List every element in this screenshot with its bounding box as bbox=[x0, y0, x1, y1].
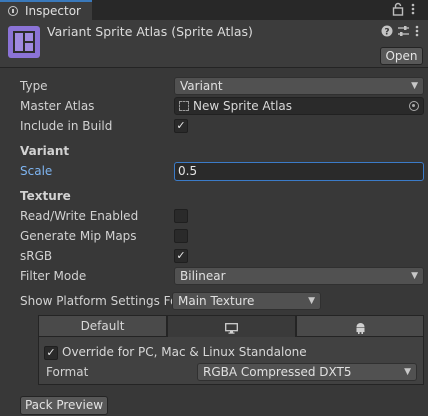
monitor-icon bbox=[225, 320, 238, 340]
filter-mode-dropdown[interactable]: Bilinear ▼ bbox=[174, 267, 424, 285]
platform-settings-value: Main Texture bbox=[178, 294, 255, 308]
pack-preview-button[interactable]: Pack Preview bbox=[20, 396, 108, 415]
master-atlas-label: Master Atlas bbox=[20, 99, 95, 113]
dropdown-arrow-icon: ▼ bbox=[308, 296, 315, 306]
master-atlas-value: New Sprite Atlas bbox=[193, 99, 293, 113]
android-icon bbox=[355, 320, 366, 340]
help-icon[interactable]: ? bbox=[381, 25, 393, 40]
texture-heading: Texture bbox=[20, 189, 71, 203]
asset-title: Variant Sprite Atlas (Sprite Atlas) bbox=[47, 24, 253, 39]
srgb-label: sRGB bbox=[20, 249, 53, 263]
platform-settings-dropdown[interactable]: Main Texture ▼ bbox=[172, 292, 321, 310]
kebab-menu-icon[interactable] bbox=[411, 3, 415, 18]
sprite-atlas-mini-icon bbox=[179, 101, 189, 111]
preset-icon[interactable] bbox=[397, 25, 410, 40]
include-in-build-label: Include in Build bbox=[20, 119, 113, 133]
info-icon bbox=[8, 6, 18, 16]
scale-label: Scale bbox=[20, 164, 53, 178]
format-value: RGBA Compressed DXT5 bbox=[203, 365, 352, 379]
override-checkbox[interactable]: ✓ bbox=[44, 346, 58, 360]
checkmark-icon: ✓ bbox=[176, 249, 186, 262]
open-button[interactable]: Open bbox=[380, 47, 423, 65]
generate-mip-maps-checkbox[interactable] bbox=[174, 229, 188, 243]
tab-default[interactable]: Default bbox=[38, 315, 167, 337]
tab-android[interactable] bbox=[296, 315, 424, 337]
dropdown-arrow-icon: ▼ bbox=[404, 367, 411, 377]
override-label: Override for PC, Mac & Linux Standalone bbox=[62, 345, 307, 359]
platform-settings-label: Show Platform Settings Fo bbox=[20, 294, 178, 308]
inspector-tab-label: Inspector bbox=[25, 4, 81, 18]
type-dropdown[interactable]: Variant ▼ bbox=[174, 77, 424, 95]
checkmark-icon: ✓ bbox=[46, 346, 56, 359]
tab-standalone[interactable] bbox=[167, 315, 296, 337]
lock-icon[interactable] bbox=[392, 2, 404, 19]
include-in-build-checkbox[interactable]: ✓ bbox=[174, 119, 188, 133]
read-write-label: Read/Write Enabled bbox=[20, 209, 139, 223]
object-picker-icon[interactable] bbox=[409, 101, 419, 111]
svg-text:?: ? bbox=[384, 27, 389, 37]
checkmark-icon: ✓ bbox=[176, 119, 186, 132]
format-label: Format bbox=[46, 365, 89, 379]
inspector-tab[interactable]: Inspector bbox=[0, 0, 92, 20]
master-atlas-field[interactable]: New Sprite Atlas bbox=[174, 97, 424, 115]
filter-mode-label: Filter Mode bbox=[20, 269, 87, 283]
generate-mip-maps-label: Generate Mip Maps bbox=[20, 229, 137, 243]
tab-default-label: Default bbox=[80, 319, 125, 333]
type-label: Type bbox=[20, 79, 48, 93]
dropdown-arrow-icon: ▼ bbox=[411, 81, 418, 91]
header-kebab-menu-icon[interactable] bbox=[415, 25, 419, 40]
read-write-checkbox[interactable] bbox=[174, 209, 188, 223]
scale-input[interactable]: 0.5 bbox=[174, 162, 424, 181]
sprite-atlas-icon bbox=[8, 26, 40, 58]
variant-heading: Variant bbox=[20, 144, 70, 158]
dropdown-arrow-icon: ▼ bbox=[411, 271, 418, 281]
format-dropdown[interactable]: RGBA Compressed DXT5 ▼ bbox=[197, 363, 417, 381]
filter-mode-value: Bilinear bbox=[180, 269, 226, 283]
srgb-checkbox[interactable]: ✓ bbox=[174, 249, 188, 263]
type-value: Variant bbox=[180, 79, 223, 93]
